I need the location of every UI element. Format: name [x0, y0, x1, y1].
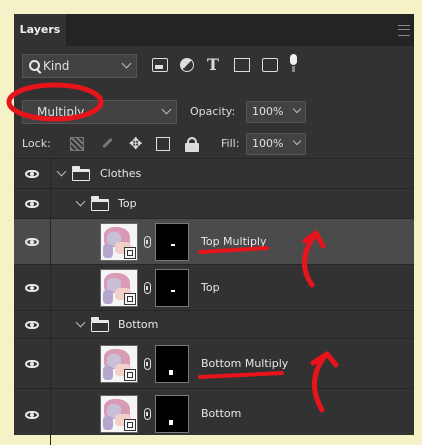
eye-icon	[25, 200, 39, 208]
fill-field[interactable]: 100%	[246, 133, 306, 155]
visibility-toggle[interactable]	[14, 311, 51, 338]
filter-row: Kind T	[22, 54, 404, 80]
panel-menu-icon[interactable]	[398, 25, 410, 36]
chevron-down-icon[interactable]	[75, 317, 86, 328]
layer-name: Bottom	[201, 407, 242, 420]
fill-label: Fill:	[221, 137, 240, 150]
link-icon[interactable]	[144, 236, 151, 248]
layer-name: Top	[118, 197, 137, 210]
layer-row-bottom-multiply[interactable]: Bottom Multiply	[14, 338, 414, 388]
kind-filter-label: Kind	[43, 59, 70, 73]
layer-mask-thumbnail[interactable]	[155, 395, 189, 433]
lock-row: Lock: ✥ Fill: 100%	[22, 132, 404, 158]
pixel-filter-icon[interactable]	[152, 58, 168, 72]
chevron-down-icon	[292, 136, 302, 146]
layer-thumbnail	[100, 223, 138, 261]
visibility-toggle[interactable]	[14, 189, 51, 218]
chevron-down-icon	[121, 58, 132, 69]
lock-brush-icon[interactable]	[99, 137, 115, 151]
link-icon[interactable]	[144, 358, 151, 370]
stage: Layers Kind T Multiply Opacity: 100% Loc…	[0, 0, 422, 445]
layer-name: Top Multiply	[201, 235, 267, 248]
layer-row-bottom-group[interactable]: Bottom	[14, 310, 414, 338]
layer-row-bottom[interactable]: Bottom	[14, 388, 414, 445]
blend-mode-value: Multiply	[37, 105, 85, 119]
eye-icon	[25, 411, 39, 419]
type-filter-icon[interactable]: T	[207, 57, 223, 73]
kind-filter-dropdown[interactable]: Kind	[22, 54, 137, 78]
chevron-down-icon	[161, 104, 172, 115]
layer-thumbnail	[100, 345, 138, 383]
layer-row-clothes-group[interactable]: Clothes	[14, 158, 414, 188]
smart-object-badge-icon	[124, 419, 136, 431]
lock-move-icon[interactable]: ✥	[129, 136, 143, 152]
smart-object-badge-icon	[124, 247, 136, 259]
layer-thumbnail	[100, 395, 138, 433]
layer-name: Bottom Multiply	[201, 357, 289, 370]
opacity-value: 100%	[252, 105, 284, 118]
layer-row-top-group[interactable]: Top	[14, 188, 414, 218]
layers-list: Clothes Top Top Multiply Top Bottom Bott…	[14, 158, 414, 445]
layer-mask-thumbnail[interactable]	[155, 269, 189, 307]
visibility-toggle[interactable]	[14, 339, 51, 388]
visibility-toggle[interactable]	[14, 265, 51, 310]
layers-panel: Layers Kind T Multiply Opacity: 100% Loc…	[14, 4, 414, 445]
smart-object-badge-icon	[124, 293, 136, 305]
folder-icon	[71, 166, 90, 181]
layer-thumbnail	[100, 269, 138, 307]
lock-label: Lock:	[22, 137, 51, 150]
eye-icon	[25, 284, 39, 292]
visibility-toggle[interactable]	[14, 159, 51, 188]
chevron-down-icon[interactable]	[56, 166, 67, 177]
blend-row: Multiply Opacity: 100%	[22, 100, 404, 126]
layer-name: Bottom	[118, 318, 159, 331]
adjustment-filter-icon[interactable]	[180, 58, 194, 72]
smart-object-badge-icon	[124, 369, 136, 381]
blend-mode-dropdown[interactable]: Multiply	[22, 100, 177, 124]
layer-name: Clothes	[100, 167, 142, 180]
folder-icon	[90, 317, 109, 332]
chevron-down-icon[interactable]	[75, 196, 86, 207]
link-icon[interactable]	[144, 282, 151, 294]
fill-value: 100%	[252, 137, 284, 150]
folder-icon	[90, 196, 109, 211]
tab-layers[interactable]: Layers	[14, 14, 66, 46]
opacity-field[interactable]: 100%	[246, 101, 306, 123]
eye-icon	[25, 360, 39, 368]
chevron-down-icon	[292, 104, 302, 114]
layer-mask-thumbnail[interactable]	[155, 223, 189, 261]
opacity-label: Opacity:	[190, 105, 236, 118]
search-icon	[29, 60, 40, 71]
layer-row-top-multiply[interactable]: Top Multiply	[14, 218, 414, 264]
layer-row-top[interactable]: Top	[14, 264, 414, 310]
link-icon[interactable]	[144, 408, 151, 420]
visibility-toggle[interactable]	[14, 219, 51, 264]
eye-icon	[25, 238, 39, 246]
lock-artboard-icon[interactable]	[156, 137, 170, 151]
eye-icon	[25, 170, 39, 178]
smart-object-filter-icon[interactable]	[262, 58, 278, 72]
shape-filter-icon[interactable]	[234, 58, 250, 72]
lock-all-icon[interactable]	[185, 137, 199, 152]
panel-tab-bar: Layers	[14, 14, 414, 46]
lock-transparent-icon[interactable]	[70, 137, 84, 151]
layer-name: Top	[201, 281, 220, 294]
filter-toggle-icon[interactable]	[289, 54, 297, 72]
layer-mask-thumbnail[interactable]	[155, 345, 189, 383]
eye-icon	[25, 321, 39, 329]
visibility-toggle[interactable]	[14, 389, 51, 445]
